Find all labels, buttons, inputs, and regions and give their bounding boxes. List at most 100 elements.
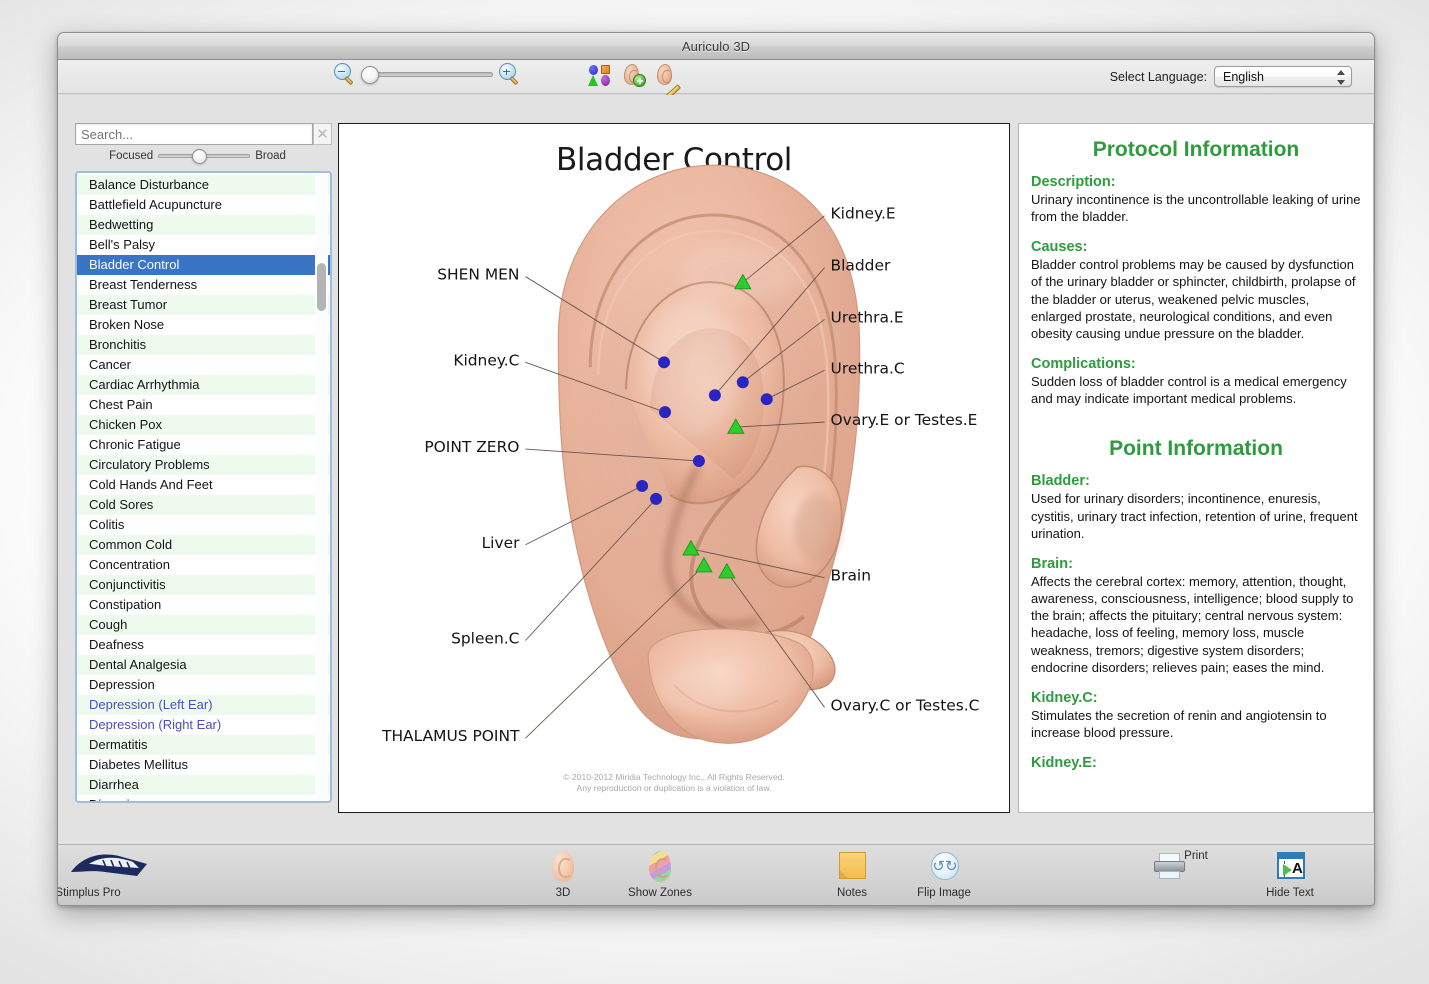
list-item[interactable]: Dental Analgesia	[77, 655, 330, 675]
dock-item-label: Hide Text	[1266, 887, 1314, 899]
acupoint-marker[interactable]	[636, 479, 649, 492]
list-item[interactable]: Chronic Fatigue	[77, 435, 330, 455]
list-scrollbar-thumb[interactable]	[317, 263, 326, 311]
list-item[interactable]: Conjunctivitis	[77, 575, 330, 595]
shapes-legend-icon[interactable]	[588, 63, 612, 87]
list-item[interactable]: Breast Tumor	[77, 295, 330, 315]
section-title: Kidney.E:	[1031, 755, 1097, 772]
acupoint-marker[interactable]	[650, 492, 663, 505]
list-item[interactable]: Breast Tenderness	[77, 275, 330, 295]
list-item[interactable]: Chest Pain	[77, 395, 330, 415]
flip-image-icon: ↺↻	[923, 850, 965, 884]
acupoint-label: Kidney.C	[453, 351, 519, 369]
list-item[interactable]: Battlefield Acupuncture	[77, 195, 330, 215]
information-panel[interactable]: Protocol Information Description: Urinary…	[1018, 123, 1374, 813]
list-item[interactable]: Cough	[77, 615, 330, 635]
search-input[interactable]	[75, 123, 313, 145]
section-body: Bladder control problems may be caused b…	[1031, 257, 1356, 341]
magnifier-minus-icon[interactable]	[334, 63, 356, 85]
list-item[interactable]: Concentration	[77, 555, 330, 575]
sidebar: ✕ Focused Broad Balance DisturbanceBattl…	[75, 123, 343, 813]
acupoint-label: Spleen.C	[451, 629, 519, 647]
dock-item-show-zones[interactable]: Show Zones	[612, 850, 708, 899]
bottom-toolbar: Stimplus Pro 3D Show Zones Notes ↺↻ Flip Imag…	[57, 844, 1374, 905]
add-ear-icon[interactable]	[621, 63, 646, 87]
stimplus-probe-icon	[67, 850, 147, 884]
dock-item-notes[interactable]: Notes	[804, 850, 900, 899]
acupoint-marker[interactable]	[692, 455, 705, 468]
dock-item-label: 3D	[555, 887, 571, 899]
list-item[interactable]: Cardiac Arrhythmia	[77, 375, 330, 395]
list-item[interactable]: Bronchitis	[77, 335, 330, 355]
list-item[interactable]: Balance Disturbance	[77, 175, 330, 195]
ear-diagram: Kidney.E Bladder Urethra.E Urethra.C Ovary.E…	[381, 164, 979, 745]
list-item[interactable]: Bladder Control	[77, 255, 330, 275]
dock-item-stimplus-pro[interactable]: Stimplus Pro	[57, 850, 147, 899]
protocol-sections: Description: Urinary incontinence is the …	[1031, 174, 1361, 407]
acupoint-label: Urethra.E	[831, 308, 904, 326]
list-item[interactable]: Dermatitis	[77, 735, 330, 755]
chevron-updown-icon	[1337, 70, 1345, 85]
focus-breadth-slider[interactable]	[158, 149, 251, 164]
content-area: ✕ Focused Broad Balance DisturbanceBattl…	[58, 95, 1374, 844]
list-item[interactable]: Cold Hands And Feet	[77, 475, 330, 495]
list-item[interactable]: Chicken Pox	[77, 415, 330, 435]
dock-item-hide-text[interactable]: A Hide Text	[1242, 850, 1338, 899]
list-item[interactable]: Cancer	[77, 355, 330, 375]
acupoint-label: Urethra.C	[831, 359, 905, 377]
focused-label: Focused	[109, 150, 154, 162]
list-scrollbar[interactable]	[315, 175, 328, 801]
list-item[interactable]: Broken Nose	[77, 315, 330, 335]
list-item[interactable]: Diabetes Mellitus	[77, 755, 330, 775]
focus-breadth-slider-row: Focused Broad	[75, 149, 320, 164]
acupoint-label: Kidney.E	[831, 205, 896, 223]
section-title: Causes:	[1031, 239, 1088, 256]
dock-item-label: Stimplus Pro	[57, 887, 121, 899]
acupoint-marker[interactable]	[736, 376, 749, 389]
acupoint-marker[interactable]	[659, 406, 672, 419]
acupoint-label: Liver	[482, 534, 521, 552]
list-item[interactable]: Depression (Right Ear)	[77, 715, 330, 735]
list-item[interactable]: Bell's Palsy	[77, 235, 330, 255]
list-item[interactable]: Bedwetting	[77, 215, 330, 235]
dock-item-3d[interactable]: 3D	[515, 850, 611, 899]
copyright-line-1: © 2010-2012 Miridia Technology Inc., All…	[563, 771, 785, 782]
list-item[interactable]: Diarrhea	[77, 775, 330, 795]
acupoint-marker[interactable]	[658, 356, 671, 369]
diagram-panel[interactable]: Bladder Control Kidney.E Bladder Urethra…	[338, 123, 1010, 813]
list-item[interactable]: Common Cold	[77, 535, 330, 555]
acupoint-label: SHEN MEN	[437, 266, 519, 284]
window-title: Auriculo 3D	[681, 38, 751, 54]
zoom-slider-handle[interactable]	[361, 65, 379, 84]
section-body: Affects the cerebral cortex: memory, att…	[1031, 573, 1354, 675]
acupoint-label: Brain	[831, 567, 871, 585]
dock-item-flip-image[interactable]: ↺↻ Flip Image	[896, 850, 992, 899]
point-sections: Bladder: Used for urinary disorders; inco…	[1031, 473, 1361, 771]
list-item[interactable]: Depression (Left Ear)	[77, 695, 330, 715]
condition-list[interactable]: Balance Disturbance Battlefield Acupunctu…	[75, 171, 332, 803]
section-title: Description:	[1031, 174, 1116, 190]
clear-search-icon[interactable]: ✕	[313, 123, 332, 145]
acupoint-label: POINT ZERO	[424, 438, 519, 456]
list-item[interactable]: Constipation	[77, 595, 330, 615]
edit-ear-icon[interactable]	[654, 63, 681, 100]
acupoint-marker[interactable]	[760, 393, 773, 406]
magnifier-plus-icon[interactable]	[499, 63, 521, 85]
acupoint-marker[interactable]	[708, 389, 721, 402]
point-information-heading: Point Information	[1109, 437, 1283, 461]
list-item[interactable]: Deafness	[77, 635, 330, 655]
broad-label: Broad	[255, 150, 286, 162]
acupoint-label: Ovary.E or Testes.E	[831, 411, 978, 429]
focus-breadth-handle[interactable]	[192, 149, 208, 164]
list-item[interactable]: Diuresis	[77, 795, 330, 801]
language-select[interactable]: English	[1214, 66, 1352, 87]
acupoint-label: Bladder	[831, 257, 891, 275]
zoom-slider[interactable]	[361, 65, 493, 84]
list-item[interactable]: Depression	[77, 675, 330, 695]
section-body: Used for urinary disorders; incontinence…	[1031, 491, 1358, 541]
language-label: Select Language:	[1109, 69, 1207, 84]
list-item[interactable]: Cold Sores	[77, 495, 330, 515]
list-item[interactable]: Colitis	[77, 515, 330, 535]
dock-item-print[interactable]: Print	[1148, 850, 1244, 879]
list-item[interactable]: Circulatory Problems	[77, 455, 330, 475]
